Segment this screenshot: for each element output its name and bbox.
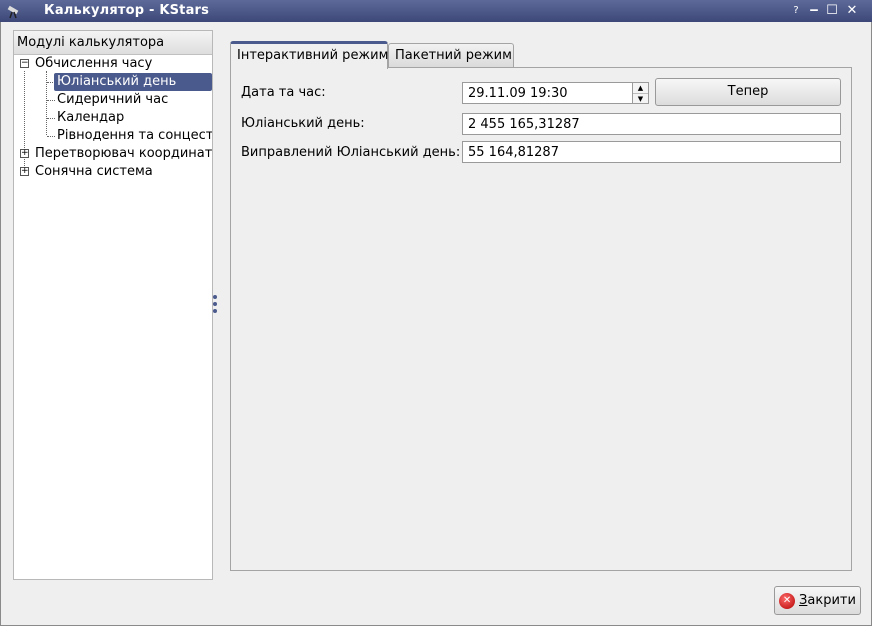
tree-branch-line [24, 71, 25, 174]
tree-branch-line [46, 71, 47, 135]
tab-batch-mode[interactable]: Пакетний режим [388, 43, 514, 68]
window-body: Модулі калькулятора − Обчислення часу Юл… [0, 22, 872, 626]
tree-item-time-calculations[interactable]: Обчислення часу [35, 55, 152, 73]
spin-up-icon[interactable]: ▲ [633, 83, 648, 93]
collapse-icon[interactable]: − [20, 59, 29, 68]
datetime-label: Дата та час: [241, 85, 326, 100]
tree-item-solar-system[interactable]: Сонячна система [35, 163, 153, 181]
tab-interactive-mode[interactable]: Інтерактивний режим [230, 41, 388, 69]
interactive-mode-pane: Дата та час: 29.11.09 19:30 ▲ ▼ Тепер Юл… [230, 67, 852, 571]
maximize-button[interactable]: ☐ [824, 3, 840, 19]
tree-header: Модулі калькулятора [14, 31, 212, 55]
tree-item-coordinate-converter[interactable]: Перетворювач координат [35, 145, 212, 163]
tree-item-sidereal-time[interactable]: Сидеричний час [57, 91, 168, 109]
minimize-button[interactable]: ‒ [806, 3, 822, 19]
datetime-spinner[interactable]: ▲ ▼ [632, 83, 648, 103]
title-bar: Калькулятор - KStars ? ‒ ☐ ✕ [0, 0, 872, 22]
tree-item-equinoxes-solstices[interactable]: Рівнодення та сонцестояння [57, 127, 212, 145]
expand-icon[interactable]: + [20, 149, 29, 158]
splitter-handle[interactable] [212, 292, 218, 316]
julian-day-label: Юліанський день: [241, 116, 365, 131]
modified-julian-day-field[interactable]: 55 164,81287 [462, 141, 841, 163]
close-button[interactable]: ✕ Закрити [774, 586, 861, 615]
datetime-input[interactable]: 29.11.09 19:30 ▲ ▼ [462, 82, 649, 104]
close-button-label: Закрити [799, 593, 856, 608]
tree-item-calendar[interactable]: Календар [57, 109, 124, 127]
expand-icon[interactable]: + [20, 167, 29, 176]
calculator-modules-tree[interactable]: Модулі калькулятора − Обчислення часу Юл… [13, 30, 213, 580]
tree-branch-line [47, 100, 55, 101]
modified-julian-day-label: Виправлений Юліанський день: [241, 145, 461, 160]
window-title: Калькулятор - KStars [44, 3, 210, 18]
help-button[interactable]: ? [788, 3, 804, 19]
close-window-button[interactable]: ✕ [844, 3, 860, 19]
spin-down-icon[interactable]: ▼ [633, 93, 648, 103]
julian-day-field[interactable]: 2 455 165,31287 [462, 113, 841, 135]
now-button[interactable]: Тепер [655, 78, 841, 106]
tree-branch-line [47, 118, 55, 119]
close-circle-icon: ✕ [779, 592, 796, 609]
tree-branch-line [47, 136, 55, 137]
telescope-icon[interactable] [6, 3, 22, 19]
